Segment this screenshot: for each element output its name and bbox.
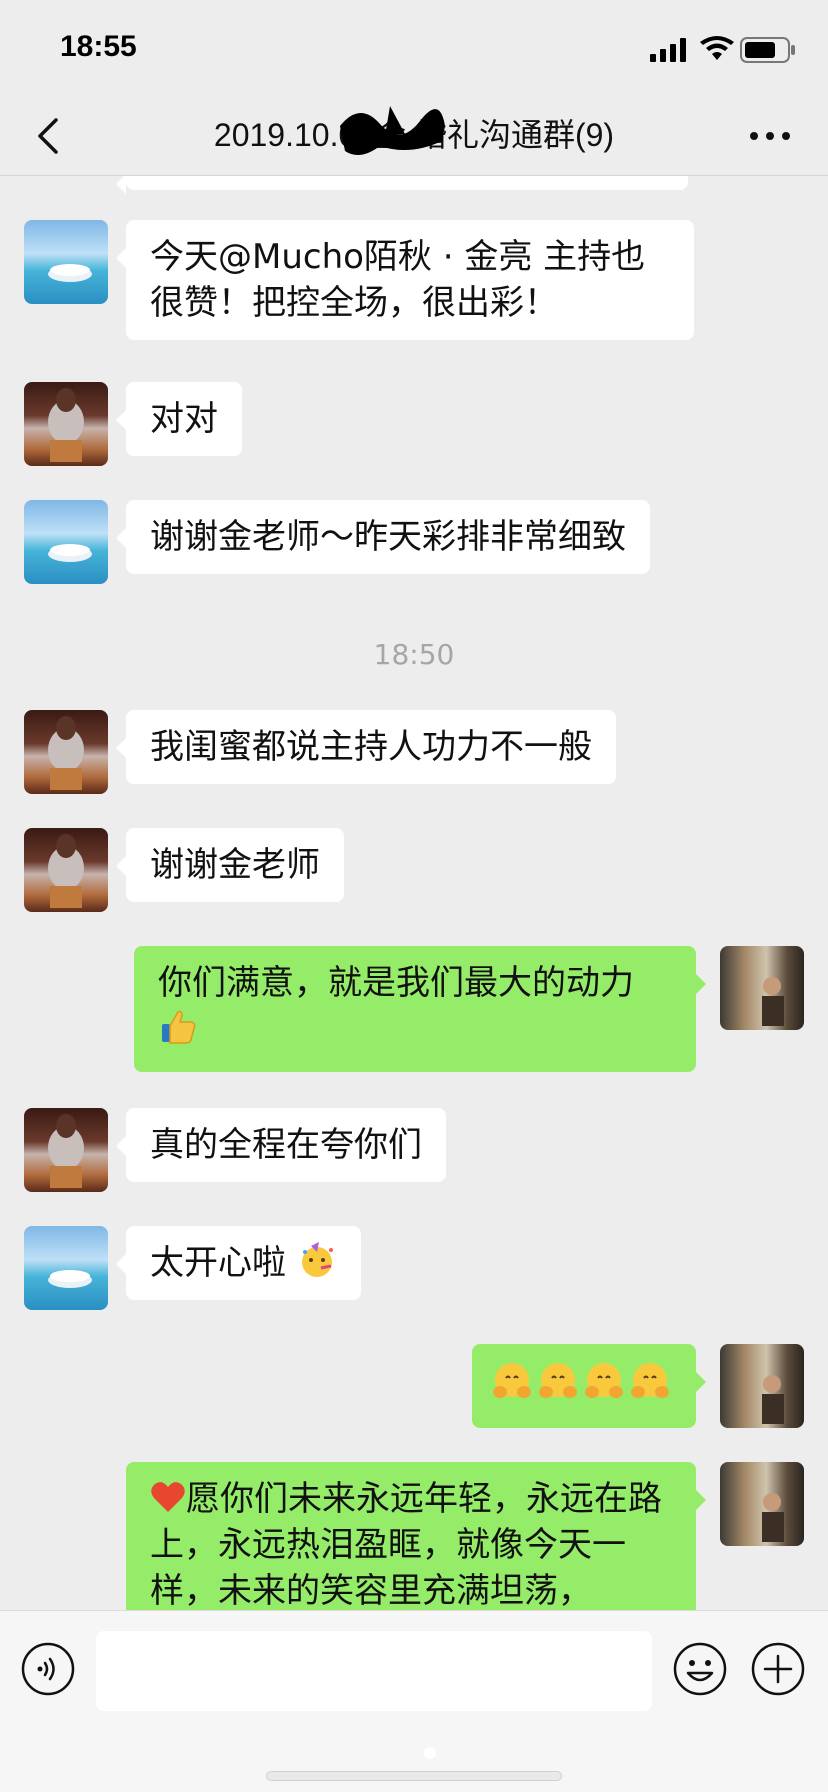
message-bubble[interactable]: 愿你们未来永远年轻，永远在路上，永远热泪盈眶，就像今天一样，未来的笑容里充满坦荡… <box>126 1462 706 1610</box>
girl-avatar[interactable] <box>24 710 108 794</box>
sea-avatar[interactable] <box>24 500 108 584</box>
message-input[interactable] <box>96 1631 652 1711</box>
battery-icon <box>740 37 795 63</box>
message-text: 谢谢金老师 <box>150 845 320 885</box>
man-avatar[interactable] <box>720 946 804 1030</box>
wifi-icon <box>700 36 734 60</box>
message-bubble-partial[interactable] <box>116 176 688 194</box>
more-icon[interactable] <box>748 126 792 146</box>
message-text: 谢谢金老师～昨天彩排非常细致 <box>150 517 626 557</box>
girl-avatar[interactable] <box>24 1108 108 1192</box>
message-bubble[interactable]: 我闺蜜都说主持人功力不一般 <box>116 710 616 784</box>
message-list[interactable]: 今天@Mucho陌秋 · 金亮 主持也很赞！把控全场，很出彩！ 对对 谢谢金老师… <box>0 176 828 1610</box>
emoji-icon[interactable] <box>672 1641 728 1697</box>
sea-avatar[interactable] <box>24 1226 108 1310</box>
message-bubble[interactable]: 谢谢金老师～昨天彩排非常细致 <box>116 500 650 574</box>
message-text: 对对 <box>150 399 218 439</box>
message-text: 我闺蜜都说主持人功力不一般 <box>150 727 592 767</box>
sea-avatar[interactable] <box>24 220 108 304</box>
home-indicator[interactable] <box>266 1771 562 1781</box>
signal-icon <box>650 38 686 62</box>
heart-icon <box>151 1482 185 1512</box>
page-indicator-dot <box>424 1747 436 1759</box>
message-bubble[interactable] <box>472 1344 706 1428</box>
status-time: 18:55 <box>60 30 137 63</box>
input-bar <box>0 1610 828 1792</box>
message-text: 愿你们未来永远年轻，永远在路上，永远热泪盈眶，就像今天一样，未来的笑容里充满坦荡… <box>150 1479 662 1610</box>
message-bubble[interactable]: 对对 <box>116 382 242 456</box>
message-text: 今天@Mucho陌秋 · 金亮 主持也很赞！把控全场，很出彩！ <box>150 237 646 323</box>
time-divider: 18:50 <box>373 638 455 671</box>
thumbs-up-icon <box>162 1010 196 1044</box>
message-bubble[interactable]: 谢谢金老师 <box>116 828 344 902</box>
redaction-scribble <box>340 106 445 155</box>
message-text: 太开心啦 <box>150 1243 286 1283</box>
message-bubble[interactable]: 真的全程在夸你们 <box>116 1108 446 1182</box>
message-text: 你们满意，就是我们最大的动力 <box>158 963 634 1003</box>
message-bubble[interactable]: 你们满意，就是我们最大的动力 <box>134 946 706 1072</box>
message-text: 真的全程在夸你们 <box>150 1125 422 1165</box>
party-face-icon <box>301 1242 333 1277</box>
plus-icon[interactable] <box>750 1641 806 1697</box>
message-bubble[interactable]: 今天@Mucho陌秋 · 金亮 主持也很赞！把控全场，很出彩！ <box>116 220 694 340</box>
girl-avatar[interactable] <box>24 828 108 912</box>
girl-avatar[interactable] <box>24 382 108 466</box>
status-bar: 18:55 <box>0 0 828 96</box>
man-avatar[interactable] <box>720 1462 804 1546</box>
nav-bar: 2019.10.02金 婚礼沟通群(9) <box>0 96 828 176</box>
hugging-face-icon <box>493 1363 669 1398</box>
man-avatar[interactable] <box>720 1344 804 1428</box>
message-bubble[interactable]: 太开心啦 <box>116 1226 361 1300</box>
voice-icon[interactable] <box>20 1641 76 1697</box>
